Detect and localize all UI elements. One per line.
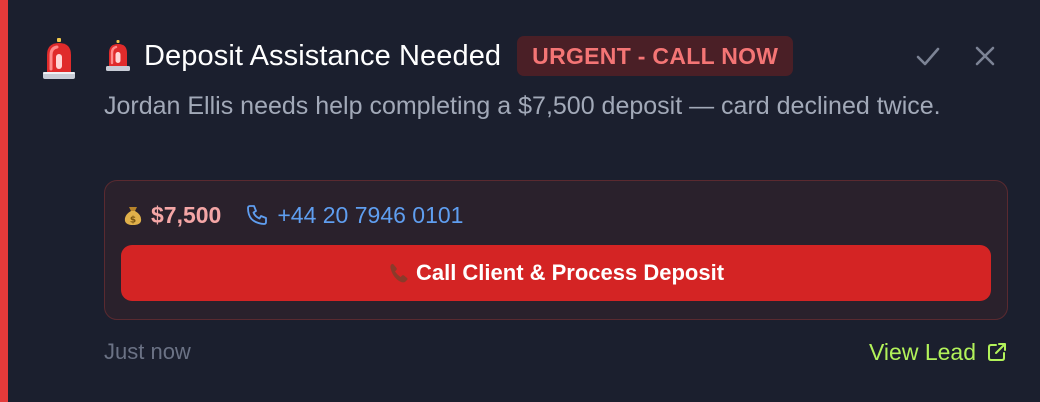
title-row: Deposit Assistance Needed URGENT - CALL … bbox=[104, 36, 794, 76]
siren-icon bbox=[43, 38, 75, 79]
call-button-label: Call Client & Process Deposit bbox=[415, 260, 725, 285]
svg-text:$: $ bbox=[130, 216, 136, 226]
check-icon[interactable] bbox=[914, 42, 942, 70]
call-client-button[interactable]: Call Client & Process Deposit bbox=[121, 245, 991, 301]
telephone-receiver-icon bbox=[390, 263, 408, 283]
view-lead-link[interactable]: View Lead bbox=[869, 336, 1008, 368]
siren-icon bbox=[106, 40, 130, 71]
urgent-badge: URGENT - CALL NOW bbox=[517, 36, 794, 76]
view-lead-label: View Lead bbox=[869, 339, 976, 365]
client-phone-link[interactable]: +44 20 7946 0101 bbox=[277, 202, 463, 229]
notification-title: Deposit Assistance Needed bbox=[144, 39, 502, 72]
deposit-details-panel: $ $7,500 +44 20 7946 0101 Call Client & … bbox=[104, 180, 1008, 320]
deposit-info-row: $ $7,500 +44 20 7946 0101 bbox=[123, 199, 463, 231]
deposit-amount: $7,500 bbox=[151, 201, 222, 228]
notification-timestamp: Just now bbox=[104, 339, 191, 364]
phone-icon bbox=[247, 205, 268, 225]
notification-message: Jordan Ellis needs help completing a $7,… bbox=[104, 92, 941, 120]
urgent-accent-bar bbox=[0, 0, 8, 402]
external-link-icon bbox=[988, 343, 1006, 361]
money-bag-icon: $ bbox=[124, 207, 142, 226]
close-icon[interactable] bbox=[971, 42, 999, 70]
deposit-notification-card: Deposit Assistance Needed URGENT - CALL … bbox=[0, 0, 1040, 402]
